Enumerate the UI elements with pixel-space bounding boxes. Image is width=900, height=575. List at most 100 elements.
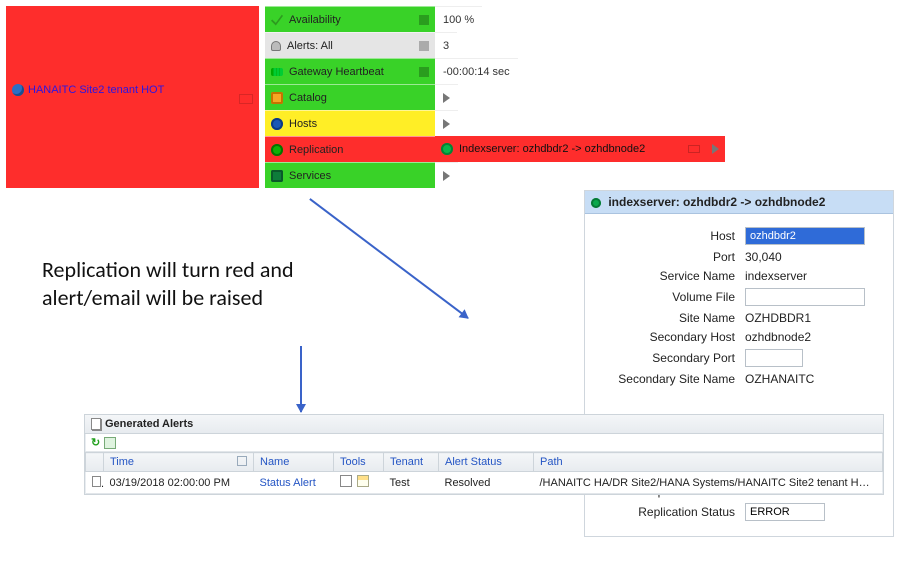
- kpi-chip-heartbeat[interactable]: Gateway Heartbeat: [265, 58, 435, 84]
- arrow-to-replication: [310, 198, 469, 318]
- field-port: Port 30,040: [595, 250, 883, 264]
- col-status[interactable]: Alert Status: [439, 453, 534, 472]
- field-secondary-site-name: Secondary Site Name OZHANAITC: [595, 372, 883, 386]
- sort-icon[interactable]: [237, 456, 247, 466]
- kpi-chip-availability[interactable]: Availability: [265, 6, 435, 32]
- replication-detail-chip[interactable]: Indexserver: ozhdbdr2 -> ozhdbnode2: [435, 136, 725, 162]
- hosts-icon: [271, 118, 283, 130]
- row-page-icon: [92, 476, 101, 487]
- services-icon: [271, 170, 283, 182]
- field-replication-status: Replication Status: [595, 503, 883, 521]
- col-path[interactable]: Path: [534, 453, 883, 472]
- field-secondary-port: Secondary Port: [595, 349, 883, 367]
- replication-options-icon[interactable]: [688, 145, 700, 153]
- field-label: Site Name: [595, 311, 745, 325]
- secondary-port-input[interactable]: [745, 349, 803, 367]
- bell-icon: [271, 41, 281, 51]
- expand-icon[interactable]: [712, 144, 719, 154]
- cell-tools: [334, 472, 384, 494]
- kpi-label: Gateway Heartbeat: [289, 66, 413, 78]
- kpi-list: Availability 100 % Alerts: All 3 Gateway…: [265, 6, 725, 188]
- kpi-label: Replication: [289, 144, 429, 156]
- tenant-tile[interactable]: HANAITC Site2 tenant HOT: [6, 6, 259, 188]
- expand-icon: [443, 119, 450, 129]
- kpi-chip-catalog[interactable]: Catalog: [265, 84, 435, 110]
- arrow-to-alerts: [300, 346, 302, 412]
- site-name-value: OZHDBDR1: [745, 311, 811, 325]
- replication-detail-text: Indexserver: ozhdbdr2 -> ozhdbnode2: [459, 143, 645, 155]
- tenant-options-icon[interactable]: [239, 94, 253, 104]
- replication-status-input[interactable]: [745, 503, 825, 521]
- catalog-icon: [271, 92, 283, 104]
- host-input[interactable]: [745, 227, 865, 245]
- kpi-chip-hosts[interactable]: Hosts: [265, 110, 435, 136]
- status-dot-icon: [591, 198, 601, 208]
- expand-icon: [443, 171, 450, 181]
- field-volume-file: Volume File: [595, 288, 883, 306]
- kpi-row-alerts: Alerts: All 3: [265, 32, 725, 58]
- replication-icon: [271, 144, 283, 156]
- kpi-chip-replication[interactable]: Replication: [265, 136, 435, 162]
- kpi-row-services: Services: [265, 162, 725, 188]
- kpi-chip-alerts[interactable]: Alerts: All: [265, 32, 435, 58]
- table-header-row: Time Name Tools Tenant Alert Status Path: [86, 453, 883, 472]
- kpi-chip-services[interactable]: Services: [265, 162, 435, 188]
- field-secondary-host: Secondary Host ozhdbnode2: [595, 330, 883, 344]
- col-time[interactable]: Time: [104, 453, 254, 472]
- bar-icon: [419, 15, 429, 25]
- kpi-row-heartbeat: Gateway Heartbeat -00:00:14 sec: [265, 58, 725, 84]
- col-name[interactable]: Name: [254, 453, 334, 472]
- port-value: 30,040: [745, 250, 782, 264]
- kpi-expand[interactable]: [435, 162, 458, 188]
- col-icon[interactable]: [86, 453, 104, 472]
- kpi-label: Services: [289, 170, 429, 182]
- field-service-name: Service Name indexserver: [595, 269, 883, 283]
- kpi-expand[interactable]: [435, 84, 458, 110]
- annotation-text: Replication will turn red and alert/emai…: [42, 256, 322, 311]
- service-name-value: indexserver: [745, 269, 807, 283]
- volume-file-input[interactable]: [745, 288, 865, 306]
- tenant-icon: [12, 84, 24, 96]
- kpi-value: 3: [435, 32, 457, 58]
- alert-name-link[interactable]: Status Alert: [260, 477, 316, 489]
- screenshot-root: { "tenant": { "title": "HANAITC Site2 te…: [0, 0, 900, 575]
- tool-copy-icon[interactable]: [340, 475, 352, 487]
- secondary-host-value: ozhdbnode2: [745, 330, 811, 344]
- generated-alerts-panel: Generated Alerts ↻ Time Name Tools Tenan…: [84, 414, 884, 495]
- kpi-expand[interactable]: [435, 110, 458, 136]
- field-label: Secondary Site Name: [595, 372, 745, 386]
- details-title: indexserver: ozhdbdr2 -> ozhdbnode2: [608, 195, 825, 209]
- replication-sub-icon: [441, 143, 453, 155]
- tool-email-icon[interactable]: [357, 475, 369, 487]
- table-row[interactable]: 03/19/2018 02:00:00 PM Status Alert Test…: [86, 472, 883, 494]
- col-tools[interactable]: Tools: [334, 453, 384, 472]
- kpi-label: Hosts: [289, 118, 429, 130]
- kpi-label: Availability: [289, 14, 413, 26]
- page-icon: [91, 418, 101, 430]
- field-label: Service Name: [595, 269, 745, 283]
- alerts-title: Generated Alerts: [105, 418, 193, 430]
- cell-time: 03/19/2018 02:00:00 PM: [104, 472, 254, 494]
- field-label: Volume File: [595, 290, 745, 304]
- heartbeat-icon: [271, 68, 283, 76]
- cell-status: Resolved: [439, 472, 534, 494]
- kpi-value: -00:00:14 sec: [435, 58, 518, 84]
- expand-icon: [443, 93, 450, 103]
- refresh-button[interactable]: ↻: [91, 436, 100, 449]
- alerts-titlebar: Generated Alerts: [85, 415, 883, 434]
- tenant-link[interactable]: HANAITC Site2 tenant HOT: [28, 84, 164, 96]
- details-header: indexserver: ozhdbdr2 -> ozhdbnode2: [585, 191, 893, 214]
- alerts-table: Time Name Tools Tenant Alert Status Path…: [85, 452, 883, 494]
- kpi-row-hosts: Hosts: [265, 110, 725, 136]
- bar-icon: [419, 67, 429, 77]
- col-tenant[interactable]: Tenant: [384, 453, 439, 472]
- field-site-name: Site Name OZHDBDR1: [595, 311, 883, 325]
- alerts-toolbar: ↻: [85, 434, 883, 452]
- cell-path: /HANAITC HA/DR Site2/HANA Systems/HANAIT…: [534, 472, 883, 494]
- kpi-row-replication: Replication Indexserver: ozhdbdr2 -> ozh…: [265, 136, 725, 162]
- bar-icon: [419, 41, 429, 51]
- time-range-button[interactable]: [104, 437, 116, 449]
- kpi-label: Catalog: [289, 92, 429, 104]
- check-icon: [271, 14, 283, 26]
- cell-tenant: Test: [384, 472, 439, 494]
